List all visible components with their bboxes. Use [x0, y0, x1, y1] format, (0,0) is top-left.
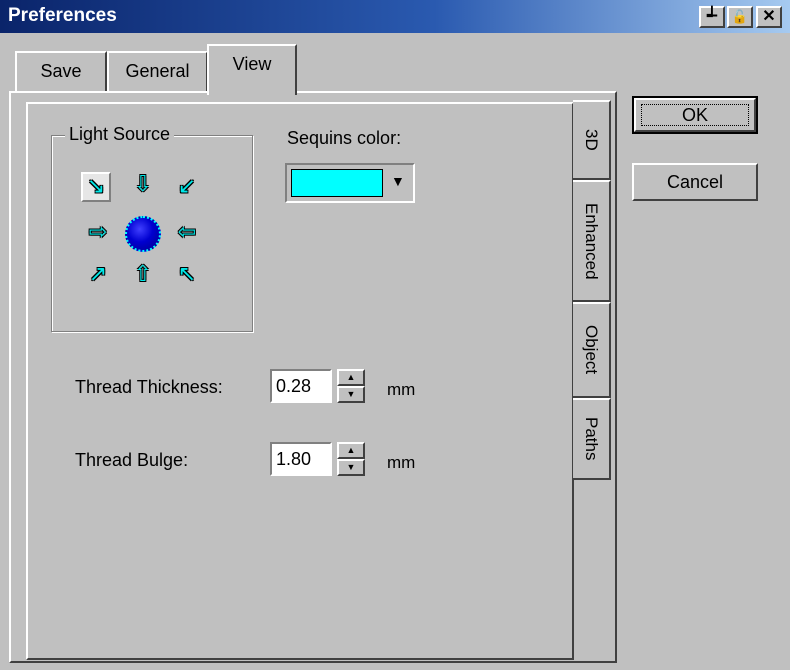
- vtab-label: Object: [582, 325, 601, 375]
- close-icon: ✕: [762, 8, 776, 25]
- spin-down-icon[interactable]: ▼: [337, 459, 365, 476]
- thread-bulge-unit: mm: [387, 453, 416, 472]
- vtab-object[interactable]: Object: [573, 302, 611, 398]
- tab-save[interactable]: Save: [15, 51, 107, 91]
- thread-bulge-label: Thread Bulge:: [75, 450, 189, 470]
- thread-bulge-stepper[interactable]: ▲ ▼: [337, 442, 365, 476]
- spin-up-icon[interactable]: ▲: [337, 369, 365, 386]
- thread-bulge-input[interactable]: 1.80: [270, 442, 332, 476]
- chevron-down-icon: ▼: [391, 173, 405, 189]
- ok-label: OK: [681, 105, 708, 125]
- vtab-label: 3D: [582, 129, 601, 151]
- light-arrow-left-icon[interactable]: ⇦: [172, 218, 202, 248]
- pin-icon: ┵: [707, 8, 717, 25]
- tab-general[interactable]: General: [107, 51, 208, 91]
- light-arrow-up-icon[interactable]: ⇧: [128, 260, 158, 290]
- vtab-label: Paths: [582, 417, 601, 461]
- light-arrow-right-icon[interactable]: ⇨: [83, 218, 113, 248]
- pin-button[interactable]: ┵: [699, 6, 725, 28]
- cancel-button[interactable]: Cancel: [632, 163, 758, 201]
- thread-thickness-stepper[interactable]: ▲ ▼: [337, 369, 365, 403]
- light-arrow-down-icon[interactable]: ⇩: [128, 170, 158, 200]
- title-bar: Preferences ┵ 🔓 ✕: [0, 0, 790, 33]
- light-arrow-down-right-icon[interactable]: ↘: [81, 172, 111, 202]
- ok-button[interactable]: OK: [632, 96, 758, 134]
- spin-down-icon[interactable]: ▼: [337, 386, 365, 403]
- color-swatch: [291, 169, 383, 197]
- close-button[interactable]: ✕: [756, 6, 782, 28]
- spin-up-icon[interactable]: ▲: [337, 442, 365, 459]
- light-arrow-up-right-icon[interactable]: ↗: [83, 260, 113, 290]
- window-title: Preferences: [8, 5, 117, 26]
- light-source-label: Light Source: [65, 124, 175, 145]
- light-arrow-down-left-icon[interactable]: ↙: [172, 172, 202, 202]
- thread-thickness-label: Thread Thickness:: [75, 377, 223, 397]
- vtab-3d[interactable]: 3D: [573, 100, 611, 180]
- tab-label: Save: [40, 61, 82, 81]
- tab-label: View: [232, 54, 272, 74]
- vtab-paths[interactable]: Paths: [573, 398, 611, 480]
- vtab-enhanced[interactable]: Enhanced: [573, 180, 611, 302]
- vtab-label: Enhanced: [582, 202, 601, 280]
- tab-label: General: [125, 61, 190, 81]
- ok-button-face: OK: [634, 98, 756, 132]
- thread-thickness-unit: mm: [387, 380, 416, 399]
- sequins-color-picker[interactable]: ▼: [285, 163, 415, 203]
- thread-thickness-input[interactable]: 0.28: [270, 369, 332, 403]
- cancel-label: Cancel: [666, 172, 724, 192]
- tab-view[interactable]: View: [207, 44, 297, 95]
- sphere-preview-icon: [125, 216, 161, 252]
- lock-icon: 🔓: [731, 9, 749, 24]
- light-arrow-up-left-icon[interactable]: ↖: [172, 260, 202, 290]
- sequins-color-label: Sequins color:: [287, 128, 402, 148]
- lock-button[interactable]: 🔓: [727, 6, 753, 28]
